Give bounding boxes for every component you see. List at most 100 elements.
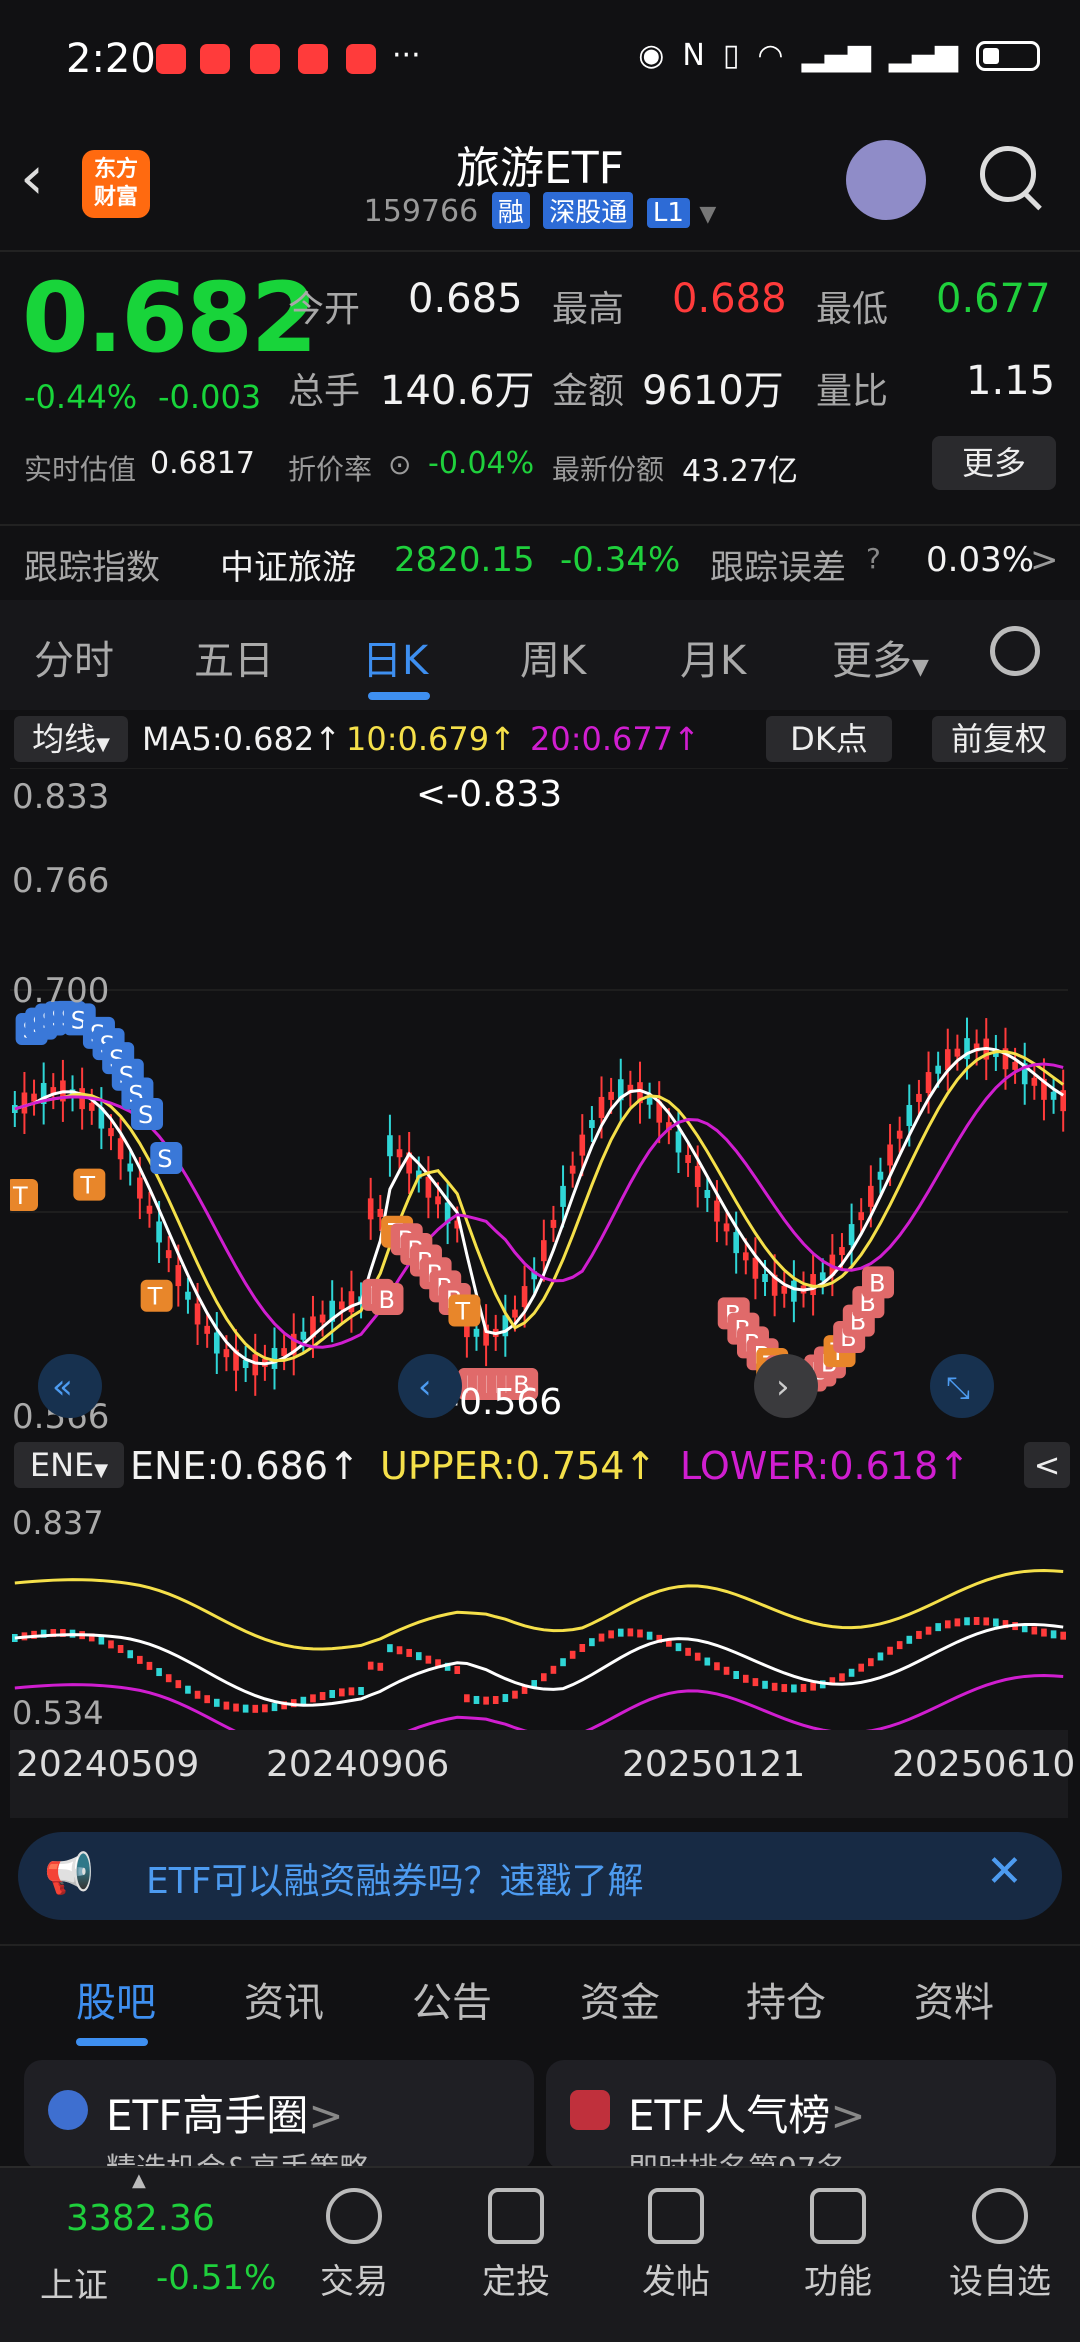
candle <box>589 1638 595 1647</box>
candle <box>223 1349 230 1358</box>
ene-selector[interactable]: ENE▼ <box>14 1442 124 1488</box>
tab-underline <box>76 2038 148 2046</box>
candle <box>781 1285 788 1294</box>
candle <box>213 1698 220 1707</box>
help-icon[interactable]: ? <box>866 542 881 575</box>
candle <box>271 1347 278 1369</box>
tab-profile[interactable]: 资料 <box>914 1970 994 2028</box>
tab-funds[interactable]: 资金 <box>580 1970 660 2028</box>
date-label: 20250610 <box>892 1744 1076 1785</box>
candle <box>723 1223 730 1232</box>
candle <box>935 1065 941 1074</box>
nav-trade[interactable]: 交易 <box>294 2188 414 2303</box>
candle <box>733 1232 739 1254</box>
volume-value: 140.6万 <box>380 368 535 414</box>
ene-axis-top: 0.837 <box>12 1504 104 1542</box>
candle <box>185 1685 191 1694</box>
tab-monthly-k[interactable]: 月K <box>680 628 746 686</box>
candle <box>858 1212 865 1221</box>
ene-lower: LOWER:0.618↑ <box>680 1444 970 1488</box>
tab-announcement[interactable]: 公告 <box>412 1970 492 2028</box>
close-icon[interactable]: ✕ <box>986 1846 1023 1897</box>
candle <box>608 1091 614 1100</box>
candle <box>415 1652 422 1661</box>
info-icon[interactable]: ⊙ <box>388 448 411 481</box>
candle <box>233 1703 239 1712</box>
marker-label: T <box>147 1283 163 1311</box>
chevron-left-icon: ‹ <box>418 1367 432 1407</box>
nav-index-name[interactable]: 上证 <box>40 2258 108 2307</box>
chart-icon <box>488 2188 544 2244</box>
candle <box>175 1265 182 1287</box>
adjust-button[interactable]: 前复权 <box>932 716 1066 762</box>
tab-news[interactable]: 资讯 <box>244 1970 324 2028</box>
candle <box>1041 1628 1047 1637</box>
open-label: 今开 <box>288 289 361 330</box>
tracking-row[interactable]: 跟踪指数 中证旅游 2820.15 -0.34% 跟踪误差 ? 0.03% > <box>0 524 1080 596</box>
candle <box>319 1314 326 1323</box>
tab-weekly-k[interactable]: 周K <box>520 628 586 686</box>
status-bar: 2:20 ··· ◉ N ▯ ◠ ▂▄▆ ▂▄▆ <box>0 0 1080 120</box>
ene-chart[interactable]: 0.837 0.534 <box>10 1498 1068 1730</box>
nav-post[interactable]: 发帖 <box>616 2188 736 2303</box>
candle <box>387 1135 393 1157</box>
nav-label: 发帖 <box>642 2262 710 2302</box>
more-button[interactable]: 更多 <box>932 436 1056 490</box>
volume-label: 总手 <box>288 371 361 412</box>
candle <box>973 1616 980 1625</box>
ene-lower-text: LOWER:0.618 <box>680 1444 939 1488</box>
ma10-value: 10:0.679 <box>346 720 490 758</box>
promo-banner[interactable]: 📢 ETF可以融资融券吗？速戳了解 ✕ <box>18 1832 1062 1920</box>
candle <box>762 1274 768 1283</box>
tab-five-day[interactable]: 五日 <box>194 628 274 686</box>
candle <box>117 1138 124 1160</box>
candle <box>877 1652 884 1661</box>
status-icons: ◉ N ▯ ◠ ▂▄▆ ▂▄▆ <box>638 38 1040 73</box>
nfc-icon: N <box>682 38 705 73</box>
card-title-text: ETF高手圈 <box>106 2091 309 2140</box>
candle <box>762 1680 768 1689</box>
candle <box>714 1662 720 1671</box>
gear-icon[interactable] <box>990 626 1040 676</box>
up-arrow-icon: ↑ <box>624 1444 657 1488</box>
collapse-button[interactable]: < <box>1024 1442 1070 1488</box>
candle <box>579 1644 586 1653</box>
tab-holdings[interactable]: 持仓 <box>746 1970 826 2028</box>
share-label: 最新份额 <box>552 453 665 486</box>
dk-point-button[interactable]: DK点 <box>766 716 892 762</box>
open-value: 0.685 <box>408 276 523 322</box>
indicator-selector-label: 均线 <box>32 720 97 758</box>
nav-invest[interactable]: 定投 <box>456 2188 576 2303</box>
candle <box>723 1666 730 1675</box>
margin-tag: 融 <box>491 192 530 229</box>
candle <box>165 1250 172 1259</box>
tab-daily-k[interactable]: 日K <box>362 628 428 686</box>
search-icon[interactable] <box>980 146 1036 202</box>
kline-chart[interactable]: TBBSBBSTBSBBSBTSBBSBBTBBSBBSTBSBBSBTSBBS… <box>10 768 1068 1434</box>
indicator-selector[interactable]: 均线▼ <box>14 716 128 762</box>
robot-avatar[interactable] <box>846 140 926 220</box>
premium-value: -0.04% <box>428 446 535 481</box>
candle <box>512 1690 518 1699</box>
tracking-index-change: -0.34% <box>560 540 681 580</box>
candle <box>21 1092 28 1114</box>
card-etf-ranking[interactable]: ETF人气榜> 即时排名第97名 <box>546 2060 1056 2187</box>
candle <box>906 1635 913 1644</box>
nav-index-change[interactable]: -0.51% <box>156 2258 276 2298</box>
nav-watchlist[interactable]: 设自选 <box>940 2188 1060 2303</box>
tracking-label: 跟踪指数 <box>24 548 160 588</box>
nav-label: 设自选 <box>949 2262 1051 2302</box>
high-label: 最高 <box>552 289 625 330</box>
tab-more[interactable]: 更多▼ <box>832 628 929 686</box>
nav-index-value[interactable]: 3382.36 <box>66 2198 215 2239</box>
tab-forum[interactable]: 股吧 <box>76 1970 156 2028</box>
yen-icon <box>326 2188 382 2244</box>
candle <box>550 1219 557 1228</box>
candle <box>300 1696 307 1705</box>
nav-functions[interactable]: 功能 <box>778 2188 898 2303</box>
tab-intraday[interactable]: 分时 <box>34 628 114 686</box>
candle <box>1060 1631 1066 1640</box>
candle <box>483 1696 489 1705</box>
card-etf-experts[interactable]: ETF高手圈> 精选机会&高手策略 <box>24 2060 534 2187</box>
candle <box>858 1663 865 1672</box>
